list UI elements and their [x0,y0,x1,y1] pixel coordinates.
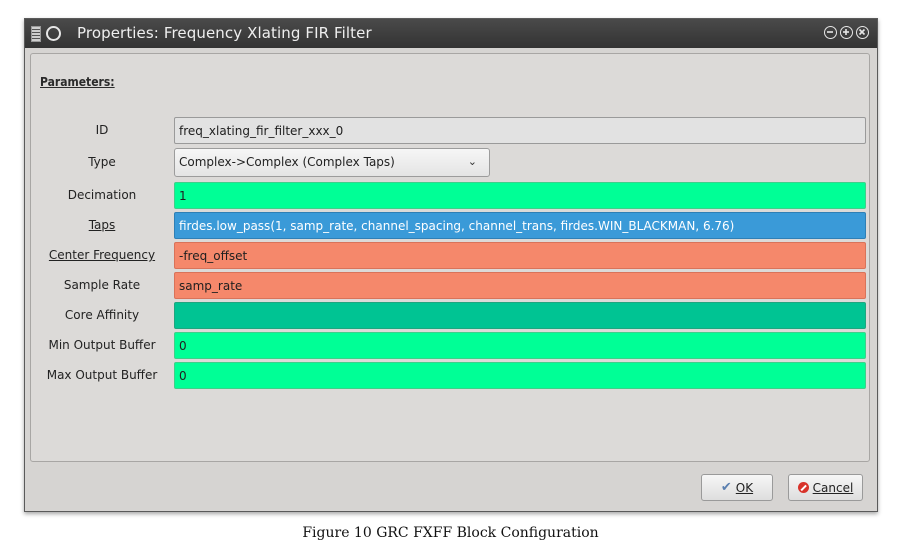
cancel-button[interactable]: Cancel [788,474,863,501]
sample-rate-field[interactable]: samp_rate [174,272,866,299]
param-row-taps: Taps firdes.low_pass(1, samp_rate, chann… [31,212,869,239]
param-row-type: Type Complex->Complex (Complex Taps) ⌄ [31,148,869,177]
decimation-field[interactable]: 1 [174,182,866,209]
param-row-id: ID freq_xlating_fir_filter_xxx_0 [31,117,869,144]
param-row-sample-rate: Sample Rate samp_rate [31,272,869,299]
param-label-id: ID [95,123,109,137]
properties-dialog: Properties: Frequency Xlating FIR Filter… [24,18,878,512]
taps-field[interactable]: firdes.low_pass(1, samp_rate, channel_sp… [174,212,866,239]
core-affinity-field[interactable] [174,302,866,329]
ok-button[interactable]: ✔ OK [701,474,773,501]
ok-button-label: OK [735,480,754,495]
title-bar[interactable]: Properties: Frequency Xlating FIR Filter [25,19,877,48]
close-icon[interactable] [856,26,869,39]
center-frequency-field[interactable]: -freq_offset [174,242,866,269]
param-label-taps: Taps [88,218,116,232]
checkmark-icon: ✔ [720,480,732,495]
type-select-value: Complex->Complex (Complex Taps) [179,155,395,169]
chevron-down-icon: ⌄ [467,155,477,168]
param-row-min-output-buffer: Min Output Buffer 0 [31,332,869,359]
param-label-max-output-buffer: Max Output Buffer [46,368,158,382]
window-title: Properties: Frequency Xlating FIR Filter [77,24,372,42]
param-label-core-affinity: Core Affinity [64,308,140,322]
param-row-center-frequency: Center Frequency -freq_offset [31,242,869,269]
id-field[interactable]: freq_xlating_fir_filter_xxx_0 [174,117,866,144]
max-output-buffer-field[interactable]: 0 [174,362,866,389]
maximize-icon[interactable] [840,26,853,39]
minimize-icon[interactable] [824,26,837,39]
param-label-decimation: Decimation [67,188,137,202]
app-menu-icon[interactable] [31,25,41,42]
param-label-min-output-buffer: Min Output Buffer [48,338,156,352]
param-row-max-output-buffer: Max Output Buffer 0 [31,362,869,389]
figure-caption: Figure 10 GRC FXFF Block Configuration [302,525,599,541]
parameters-panel: Parameters: ID freq_xlating_fir_filter_x… [30,53,870,462]
window-menu-icon[interactable] [46,26,61,41]
param-label-type: Type [88,155,116,169]
min-output-buffer-field[interactable]: 0 [174,332,866,359]
param-row-core-affinity: Core Affinity [31,302,869,329]
param-row-decimation: Decimation 1 [31,182,869,209]
cancel-button-label: Cancel [812,480,854,495]
cancel-icon [797,482,809,493]
param-label-sample-rate: Sample Rate [63,278,141,292]
type-select[interactable]: Complex->Complex (Complex Taps) ⌄ [174,148,490,177]
parameters-heading: Parameters: [40,75,115,89]
param-label-center-frequency: Center Frequency [48,248,156,262]
